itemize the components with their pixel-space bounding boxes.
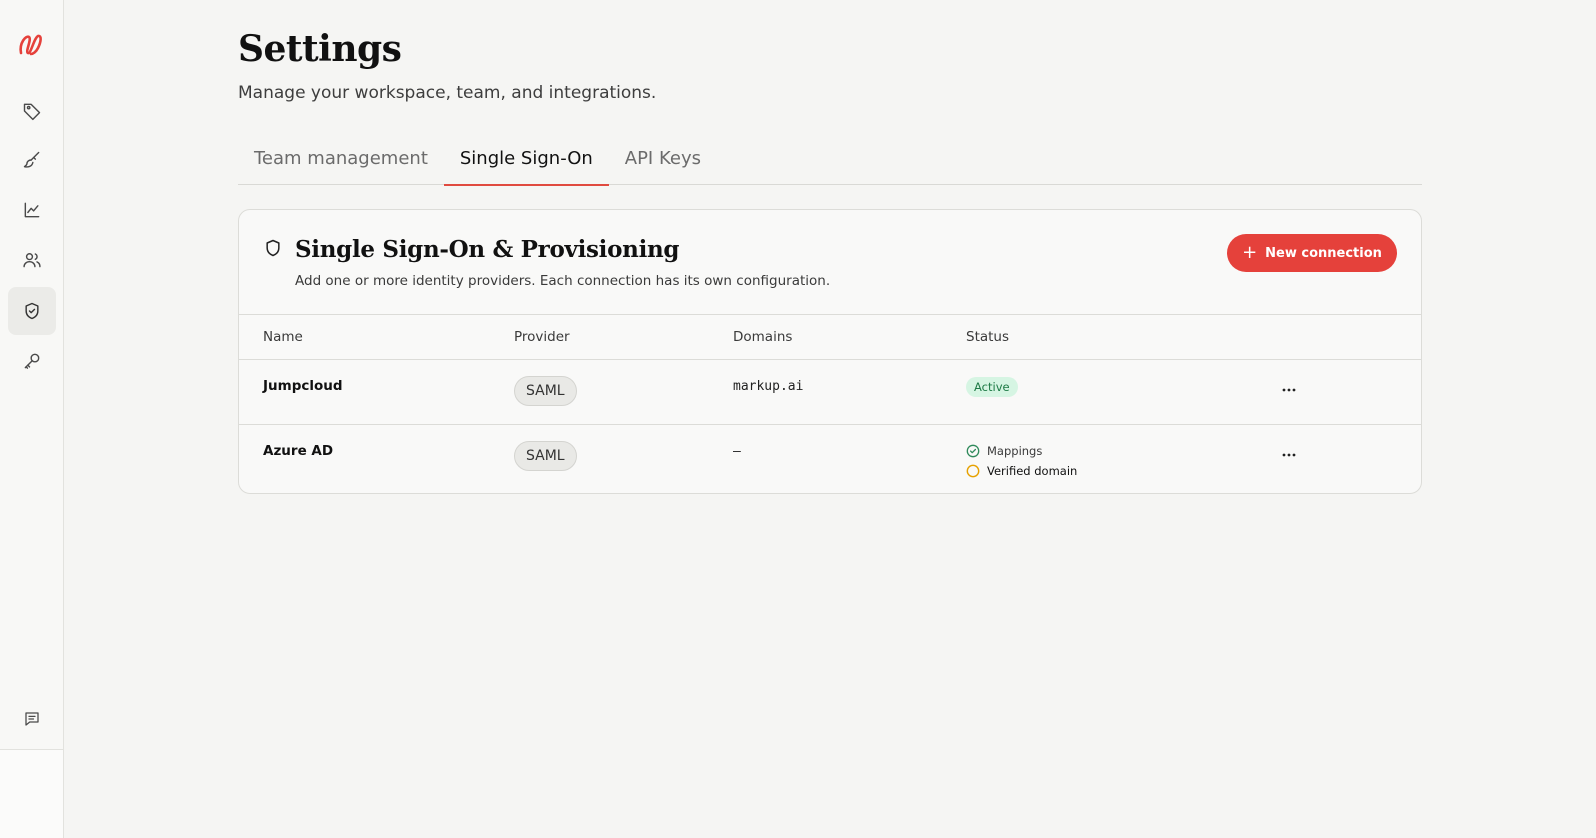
sso-card: Single Sign-On & Provisioning Add one or… xyxy=(238,209,1422,494)
sidebar-footer xyxy=(0,750,63,838)
settings-tabs: Team management Single Sign-On API Keys xyxy=(238,132,1422,186)
checklist-item-mappings: Mappings xyxy=(966,441,1077,461)
column-header-domains: Domains xyxy=(733,329,793,345)
sidebar-item-security[interactable] xyxy=(8,287,56,335)
app: Settings Manage your workspace, team, an… xyxy=(0,0,1596,838)
sso-description: Add one or more identity providers. Each… xyxy=(295,273,831,289)
table-header: Name Provider Domains Status xyxy=(239,315,1421,360)
column-header-status: Status xyxy=(966,329,1010,345)
setup-checklist: Mappings Verified domain xyxy=(966,441,1077,481)
connection-name: Azure AD xyxy=(263,443,334,459)
sso-title: Single Sign-On & Provisioning xyxy=(295,236,680,263)
more-horizontal-icon xyxy=(1282,453,1296,457)
new-connection-button[interactable]: + New connection xyxy=(1227,234,1397,272)
more-horizontal-icon xyxy=(1282,388,1296,392)
message-icon xyxy=(25,712,39,726)
shield-check-icon xyxy=(25,302,39,320)
sidebar-item-analytics[interactable] xyxy=(8,186,56,234)
brush-icon xyxy=(23,151,40,168)
page-title: Settings xyxy=(238,28,402,70)
key-icon xyxy=(24,353,40,369)
provider-badge: SAML xyxy=(514,376,577,406)
plus-icon: + xyxy=(1242,242,1258,263)
status-badge: Active xyxy=(966,377,1018,397)
checklist-item-verified-domain: Verified domain xyxy=(966,461,1077,481)
connection-domain: — xyxy=(733,444,741,459)
tab-team-management[interactable]: Team management xyxy=(238,132,444,185)
connection-domain: markup.ai xyxy=(733,379,804,394)
tab-api-keys[interactable]: API Keys xyxy=(609,132,717,185)
connection-name: Jumpcloud xyxy=(263,378,343,394)
sidebar-item-keys[interactable] xyxy=(8,337,56,385)
tag-icon xyxy=(23,103,41,121)
check-circle-icon xyxy=(966,444,980,458)
sidebar-item-tags[interactable] xyxy=(8,87,56,135)
sidebar xyxy=(0,0,64,838)
shield-icon xyxy=(266,239,280,257)
column-header-provider: Provider xyxy=(514,329,570,345)
sidebar-item-brush[interactable] xyxy=(8,136,56,184)
chart-line-icon xyxy=(24,202,40,218)
page-subtitle: Manage your workspace, team, and integra… xyxy=(238,83,657,103)
checklist-item-label: Verified domain xyxy=(987,464,1078,478)
row-actions-button[interactable] xyxy=(1279,445,1299,465)
logo-icon[interactable] xyxy=(14,28,48,62)
table-row[interactable]: Azure AD SAML — Mappings Verified domain xyxy=(239,425,1421,493)
pending-circle-icon xyxy=(966,464,980,478)
sidebar-item-team[interactable] xyxy=(8,236,56,284)
tab-single-sign-on[interactable]: Single Sign-On xyxy=(443,132,609,186)
feedback-button[interactable] xyxy=(8,695,56,743)
new-connection-label: New connection xyxy=(1265,245,1382,261)
row-actions-button[interactable] xyxy=(1279,380,1299,400)
sso-card-header: Single Sign-On & Provisioning Add one or… xyxy=(239,210,1421,315)
table-row[interactable]: Jumpcloud SAML markup.ai Active xyxy=(239,360,1421,425)
checklist-item-label: Mappings xyxy=(987,444,1043,458)
column-header-name: Name xyxy=(263,329,303,345)
users-icon xyxy=(23,253,41,268)
provider-badge: SAML xyxy=(514,441,577,471)
